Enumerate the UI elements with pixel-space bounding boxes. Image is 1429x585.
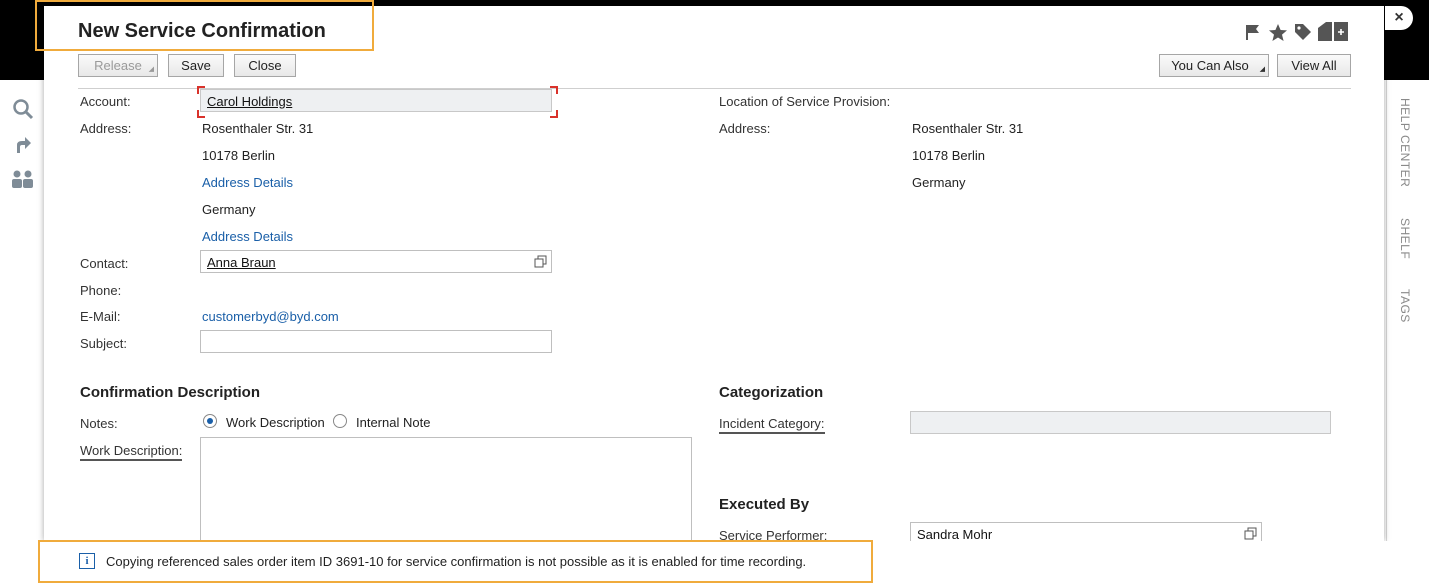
subject-label: Subject: xyxy=(80,336,127,351)
confirmation-description-heading: Confirmation Description xyxy=(80,384,261,401)
notes-label: Notes: xyxy=(80,416,118,431)
value-help-icon[interactable] xyxy=(534,255,547,271)
page-title: New Service Confirmation xyxy=(78,20,326,42)
left-rail xyxy=(0,80,45,585)
work-description-radio-label[interactable]: Work Description xyxy=(226,415,325,430)
star-icon[interactable] xyxy=(1268,23,1288,45)
search-icon[interactable] xyxy=(10,96,36,122)
work-description-textarea[interactable] xyxy=(200,437,692,547)
required-marker xyxy=(197,86,205,94)
location-label: Location of Service Provision: xyxy=(719,94,891,109)
you-can-also-button[interactable]: You Can Also ◢ xyxy=(1159,54,1269,77)
incident-category-field[interactable] xyxy=(910,411,1331,434)
dropdown-arrow-icon: ◢ xyxy=(148,66,154,73)
account-label: Account: xyxy=(80,94,131,109)
address-label: Address: xyxy=(80,121,132,136)
service-performer-value: Sandra Mohr xyxy=(917,527,993,542)
tags-tab[interactable]: TAGS xyxy=(1398,289,1412,323)
internal-note-radio-label[interactable]: Internal Note xyxy=(356,415,430,430)
release-button[interactable]: Release ◢ xyxy=(78,54,158,77)
view-all-button[interactable]: View All xyxy=(1277,54,1351,77)
executed-by-heading: Executed By xyxy=(719,496,810,513)
location-address-label: Address: xyxy=(719,121,771,136)
tag-icon[interactable] xyxy=(1294,23,1312,44)
phone-label: Phone: xyxy=(80,283,122,298)
email-link[interactable]: customerbyd@byd.com xyxy=(202,309,339,324)
you-can-also-label: You Can Also xyxy=(1171,58,1249,73)
users-icon[interactable] xyxy=(10,166,36,192)
incident-category-label: Incident Category: xyxy=(719,416,825,434)
email-label: E-Mail: xyxy=(80,309,121,324)
contact-value: Anna Braun xyxy=(207,255,276,270)
required-marker xyxy=(550,86,558,94)
address-details-link[interactable]: Address Details xyxy=(202,175,293,190)
dropdown-arrow-icon: ◢ xyxy=(1259,66,1265,73)
location-street: Rosenthaler Str. 31 xyxy=(912,121,1024,136)
shelf-tab[interactable]: SHELF xyxy=(1398,218,1412,259)
account-street: Rosenthaler Str. 31 xyxy=(202,121,314,136)
help-center-tab[interactable]: HELP CENTER xyxy=(1398,98,1412,187)
close-button[interactable]: Close xyxy=(234,54,296,77)
account-field[interactable]: Carol Holdings xyxy=(200,89,552,112)
work-description-radio[interactable] xyxy=(203,414,217,428)
location-city: 10178 Berlin xyxy=(912,148,985,163)
location-country: Germany xyxy=(912,175,966,190)
internal-note-radio[interactable] xyxy=(333,414,347,428)
contact-label: Contact: xyxy=(80,256,129,271)
work-description-label: Work Description: xyxy=(80,443,183,461)
header-icon-group xyxy=(1244,22,1350,45)
required-marker xyxy=(550,110,558,118)
subject-input[interactable] xyxy=(200,330,552,353)
add-tile-icon[interactable] xyxy=(1318,22,1350,45)
flag-icon[interactable] xyxy=(1244,23,1262,44)
account-country: Germany xyxy=(202,202,256,217)
address-details-link[interactable]: Address Details xyxy=(202,229,293,244)
contact-field[interactable]: Anna Braun xyxy=(200,250,552,273)
required-marker xyxy=(197,110,205,118)
account-city: 10178 Berlin xyxy=(202,148,275,163)
release-button-label: Release xyxy=(94,58,142,73)
info-icon: i xyxy=(79,553,95,569)
message-text: Copying referenced sales order item ID 3… xyxy=(106,554,807,569)
categorization-heading: Categorization xyxy=(719,384,824,401)
share-arrow-icon[interactable] xyxy=(10,132,36,158)
close-icon[interactable]: × xyxy=(1385,6,1413,30)
account-value: Carol Holdings xyxy=(207,94,293,109)
save-button[interactable]: Save xyxy=(168,54,224,77)
